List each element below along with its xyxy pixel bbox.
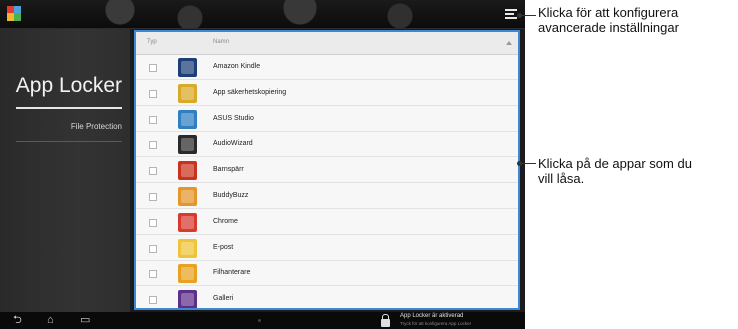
callout-settings-line1: Klicka för att konfigurera bbox=[538, 5, 679, 20]
app-name: Amazon Kindle bbox=[213, 63, 261, 70]
notification-title[interactable]: App Locker är aktiverad bbox=[400, 313, 463, 319]
app-row[interactable]: Barnspärr bbox=[136, 158, 518, 184]
app-name: E-post bbox=[213, 243, 234, 251]
nav-dot bbox=[258, 319, 261, 322]
asus-studio-icon bbox=[178, 109, 197, 129]
logo-cell bbox=[7, 6, 14, 13]
app-row[interactable]: BuddyBuzz bbox=[136, 184, 518, 209]
kindle-icon bbox=[178, 58, 197, 77]
app-locker-screen: App Locker File Protection Typ Namn Amaz… bbox=[0, 0, 525, 329]
menu-line bbox=[505, 9, 517, 11]
app-name: Barnspärr bbox=[213, 166, 244, 174]
app-checkbox[interactable] bbox=[149, 89, 157, 98]
lock-icon bbox=[381, 314, 390, 327]
icon-gloss bbox=[181, 86, 194, 100]
icon-gloss bbox=[181, 112, 194, 126]
email-icon bbox=[178, 238, 197, 258]
app-row[interactable]: Galleri bbox=[136, 287, 518, 308]
app-name: ASUS Studio bbox=[213, 114, 254, 122]
logo-cell bbox=[14, 13, 21, 21]
chrome-icon bbox=[178, 212, 197, 232]
gallery-icon bbox=[178, 290, 197, 308]
app-name: Filhanterare bbox=[213, 269, 251, 277]
app-name: AudioWizard bbox=[213, 140, 253, 148]
app-name: App säkerhetskopiering bbox=[213, 88, 287, 96]
app-checkbox[interactable] bbox=[149, 193, 157, 201]
notification-subtitle[interactable]: Tryck för att konfigurera App Locker bbox=[400, 321, 471, 326]
app-checkbox[interactable] bbox=[149, 64, 157, 72]
icon-gloss bbox=[181, 164, 194, 178]
app-backup-icon bbox=[178, 83, 197, 103]
icon-gloss bbox=[181, 61, 194, 74]
app-row[interactable]: App säkerhetskopiering bbox=[136, 81, 518, 106]
callout-leader-dot bbox=[517, 13, 522, 18]
app-row[interactable]: ASUS Studio bbox=[136, 107, 518, 132]
icon-gloss bbox=[181, 293, 194, 307]
icon-gloss bbox=[181, 215, 194, 229]
action-bar bbox=[0, 0, 525, 29]
home-icon[interactable]: ⌂ bbox=[47, 315, 54, 326]
barnsparr-icon bbox=[178, 161, 197, 181]
icon-gloss bbox=[181, 190, 194, 203]
app-checkbox[interactable] bbox=[149, 141, 157, 150]
logo-cell bbox=[14, 6, 21, 13]
callout-leader-line bbox=[520, 163, 536, 164]
callout-leader-dot bbox=[517, 161, 522, 166]
app-checkbox[interactable] bbox=[149, 167, 157, 176]
app-checkbox[interactable] bbox=[149, 218, 157, 227]
menu-line bbox=[505, 17, 517, 19]
sidebar-item-file-protection[interactable]: File Protection bbox=[0, 122, 122, 131]
app-list-panel: Typ Namn Amazon Kindle App säkerhetskopie… bbox=[134, 30, 520, 310]
app-row[interactable]: Amazon Kindle bbox=[136, 55, 518, 80]
settings-menu-icon[interactable] bbox=[505, 8, 517, 20]
column-header-name[interactable]: Namn bbox=[213, 39, 229, 45]
logo-cell bbox=[7, 13, 14, 21]
app-name: Chrome bbox=[213, 217, 238, 225]
app-checkbox[interactable] bbox=[149, 296, 157, 305]
icon-gloss bbox=[181, 138, 194, 152]
lock-body bbox=[381, 319, 390, 327]
app-checkbox[interactable] bbox=[149, 115, 157, 124]
app-name: Galleri bbox=[213, 295, 234, 303]
column-header-type[interactable]: Typ bbox=[147, 39, 157, 45]
back-icon[interactable]: ⮌ bbox=[13, 315, 22, 326]
app-row[interactable]: E-post bbox=[136, 236, 518, 261]
app-row[interactable]: Filhanterare bbox=[136, 261, 518, 287]
divider bbox=[16, 141, 122, 142]
callout-settings: Klicka för att konfigurera avancerade in… bbox=[538, 5, 679, 35]
menu-line bbox=[505, 13, 514, 15]
audiowizard-icon bbox=[178, 135, 197, 155]
sidebar-item-app-locker[interactable]: App Locker bbox=[0, 74, 122, 98]
callout-leader-line bbox=[520, 15, 536, 16]
icon-gloss bbox=[181, 241, 194, 255]
table-header: Typ Namn bbox=[136, 32, 518, 55]
app-checkbox[interactable] bbox=[149, 244, 157, 253]
app-name: BuddyBuzz bbox=[213, 192, 249, 199]
recent-apps-icon[interactable]: ▭ bbox=[80, 315, 90, 326]
callout-select-apps: Klicka på de appar som du vill låsa. bbox=[538, 156, 692, 186]
app-locker-logo-icon bbox=[7, 6, 21, 21]
system-navigation-bar: ⮌ ⌂ ▭ App Locker är aktiverad Tryck för … bbox=[0, 312, 525, 329]
callout-select-line1: Klicka på de appar som du bbox=[538, 156, 692, 171]
file-manager-icon bbox=[178, 264, 197, 284]
icon-gloss bbox=[181, 267, 194, 281]
app-checkbox[interactable] bbox=[149, 270, 157, 279]
app-row[interactable]: AudioWizard bbox=[136, 132, 518, 158]
sort-arrow-icon[interactable] bbox=[506, 41, 512, 45]
app-row[interactable]: Chrome bbox=[136, 210, 518, 235]
selected-indicator bbox=[16, 107, 122, 109]
buddybuzz-icon bbox=[178, 187, 197, 206]
callout-select-line2: vill låsa. bbox=[538, 171, 585, 186]
callout-settings-line2: avancerade inställningar bbox=[538, 20, 679, 35]
sidebar: App Locker File Protection bbox=[0, 29, 130, 312]
